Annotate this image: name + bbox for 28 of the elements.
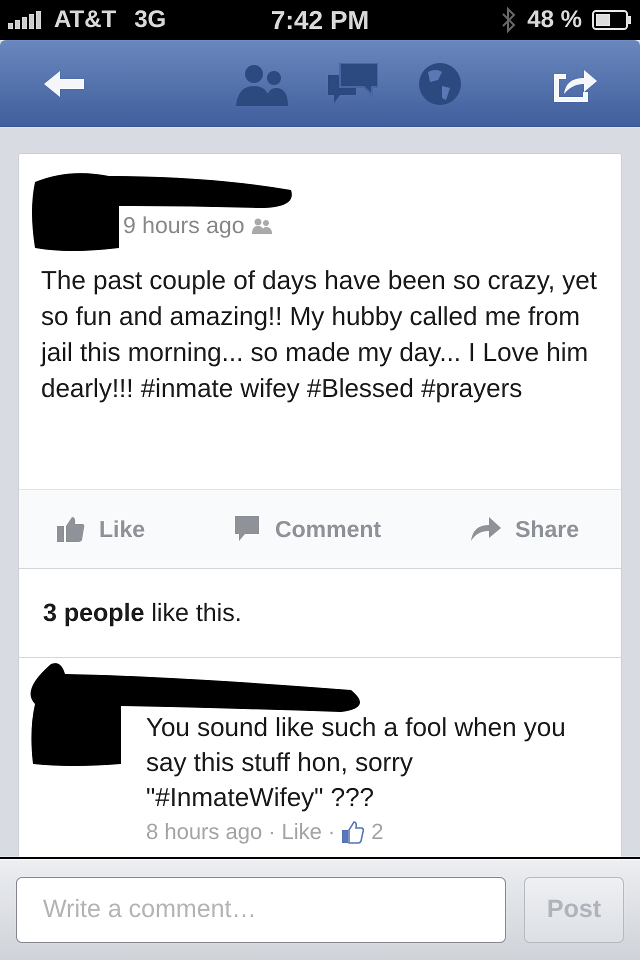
- comment-input[interactable]: Write a comment…: [16, 876, 506, 942]
- battery-icon: [592, 10, 632, 30]
- comment-text: You sound like such a fool when you say this stuff hon, sorry "#InmateWifey" ???: [146, 711, 566, 814]
- battery-percent: 48 %: [527, 6, 582, 34]
- likes-summary: 3 people like this.: [43, 598, 242, 628]
- post-time: 9 hours ago: [123, 212, 244, 239]
- messages-icon[interactable]: [328, 62, 378, 104]
- share-arrow-icon: [471, 517, 502, 541]
- clock-time: 7:42 PM: [270, 4, 370, 36]
- post-text: The past couple of days have been so crazy, yet so fun and amazing!! My hubby called me from jail this morning... so made my day... I Love him dearly!!! #inmate wifey #Blessed #prayers: [41, 264, 598, 405]
- bluetooth-icon: [501, 6, 518, 34]
- like-count: 2: [371, 819, 384, 845]
- comment-time: 8 hours ago: [146, 819, 262, 845]
- action-button[interactable]: Like: [57, 510, 146, 548]
- action-button[interactable]: Share: [471, 510, 579, 548]
- globe-icon[interactable]: [418, 62, 462, 106]
- like-link[interactable]: Like: [282, 819, 322, 845]
- signal-icon: [8, 10, 44, 30]
- separator-dot: ·: [328, 819, 336, 845]
- audience-friends-icon: [252, 218, 272, 234]
- back-icon[interactable]: [42, 68, 86, 98]
- speech-bubble-icon: [235, 516, 262, 542]
- separator-dot: ·: [268, 819, 276, 845]
- carrier-name: AT&T: [54, 6, 116, 34]
- action-button[interactable]: Comment: [235, 510, 382, 548]
- thumbs-up-icon: [57, 516, 85, 542]
- network-type: 3G: [134, 6, 166, 34]
- thumbs-up-icon: [341, 820, 366, 844]
